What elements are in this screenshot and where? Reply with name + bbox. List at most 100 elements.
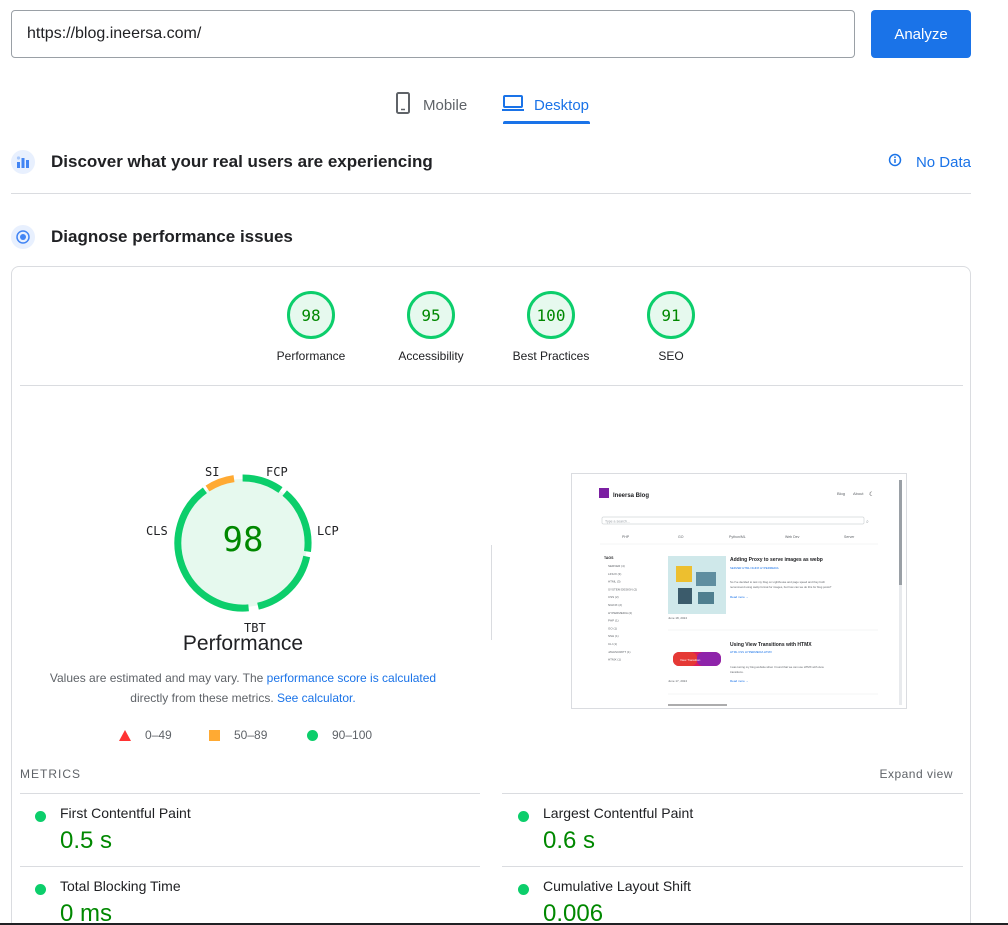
thumb-tag-item: HTMX (1) — [608, 658, 621, 662]
gauge-accessibility[interactable]: 95 Accessibility — [376, 291, 486, 363]
thumb-tag-item: CLI (1) — [608, 642, 617, 646]
performance-score: 98 — [222, 520, 264, 560]
url-input[interactable] — [11, 10, 855, 58]
thumb-tag-item: NGINX (2) — [608, 603, 622, 607]
thumb-post-2-date: June 17, 2024 — [668, 679, 687, 683]
thumb-nav-about: About — [853, 491, 864, 496]
thumb-tag-item: HYPERMEDIA (2) — [608, 611, 632, 615]
legend-fail-range: 0–49 — [145, 728, 172, 742]
average-square-icon — [209, 729, 220, 741]
gauge-performance[interactable]: 98 Performance — [256, 291, 366, 363]
thumb-post-1-read: Read more → — [730, 595, 749, 599]
thumb-post-2-read: Read more → — [730, 679, 749, 683]
thumb-tag-item: JAVASCRIPT (1) — [608, 650, 631, 654]
thumb-tag-item: LINUX (3) — [608, 572, 621, 576]
performance-title: Performance — [182, 632, 304, 655]
thumb-post-2-excerpt-b: transitions. — [730, 670, 744, 674]
gauge-seo[interactable]: 91 SEO — [616, 291, 726, 363]
gauge-label-lcp: LCP — [317, 524, 339, 538]
metric-tbt-name: Total Blocking Time — [60, 878, 181, 894]
thumb-search-placeholder: Type a search... — [605, 520, 630, 524]
thumb-cat-webdev: Web Dev — [785, 535, 800, 539]
thumb-tag-item: SSH (1) — [608, 634, 619, 638]
score-calculated-link[interactable]: performance score is calculated — [267, 671, 436, 685]
thumb-tag-item: PHP (1) — [608, 619, 619, 623]
page-screenshot-thumbnail: Ineersa Blog Blog About ☾ Type a search.… — [571, 473, 907, 709]
gauge-label-fcp: FCP — [266, 465, 288, 479]
diagnose-title: Diagnose performance issues — [51, 227, 293, 246]
thumb-post-1-date: June 18, 2024 — [668, 616, 687, 620]
metric-lcp-name: Largest Contentful Paint — [543, 805, 694, 821]
thumb-cat-go: GO — [678, 535, 684, 539]
gauge-best-practices-score: 100 — [527, 291, 575, 339]
metric-cls-value: 0.006 — [543, 900, 604, 925]
thumb-tag-item: GO (1) — [608, 626, 617, 630]
metrics-divider — [20, 793, 480, 794]
mobile-icon — [393, 91, 413, 119]
gauge-performance-score: 98 — [287, 291, 335, 339]
pass-dot-icon — [518, 884, 529, 895]
gauge-label-si: SI — [205, 465, 220, 479]
gauge-best-practices[interactable]: 100 Best Practices — [496, 291, 606, 363]
field-data-section: Discover what your real users are experi… — [11, 150, 971, 174]
gauge-best-practices-label: Best Practices — [512, 349, 590, 363]
vertical-separator — [491, 545, 492, 640]
thumb-post-2-tags: HTML CSS HYPERMEDIA HTMX — [730, 650, 772, 654]
thumb-post-1-title: Adding Proxy to serve images as webp — [730, 557, 823, 563]
tab-desktop[interactable]: Desktop — [502, 86, 591, 124]
legend-pass: 90–100 — [307, 728, 372, 742]
section-divider — [11, 193, 971, 194]
moon-icon: ☾ — [869, 491, 874, 498]
pass-circle-icon — [307, 729, 318, 741]
legend-average: 50–89 — [209, 728, 267, 742]
thumb-post-2-excerpt-a: I was tuning my blog website when I foun… — [730, 665, 825, 669]
field-data-title: Discover what your real users are experi… — [51, 152, 433, 171]
pass-dot-icon — [35, 811, 46, 822]
metric-cls-name: Cumulative Layout Shift — [543, 878, 691, 894]
metrics-divider — [20, 866, 480, 867]
thumb-post-1-excerpt-b: recommend using webp format for images, … — [730, 585, 832, 589]
gauge-accessibility-label: Accessibility — [398, 349, 464, 363]
desktop-icon — [502, 93, 524, 117]
legend-fail: 0–49 — [119, 728, 172, 742]
thumb-post-1-excerpt-a: So I've decided to test my blog on Light… — [730, 580, 825, 584]
thumb-tag-item: HTML (3) — [608, 580, 621, 584]
scores-divider — [20, 385, 963, 386]
no-data-label: No Data — [915, 153, 971, 171]
metrics-divider — [502, 866, 963, 867]
see-calculator-link[interactable]: See calculator. — [277, 691, 356, 705]
diagnose-section: Diagnose performance issues — [11, 225, 971, 249]
expand-view-button[interactable]: Expand view — [879, 767, 953, 781]
thumb-cat-php: PHP — [622, 535, 630, 539]
pass-dot-icon — [35, 884, 46, 895]
thumb-post-1-tags: SERVER HTML NGINX HYPERMEDIA — [730, 566, 779, 570]
users-chart-icon — [11, 150, 35, 174]
legend-pass-range: 90–100 — [332, 728, 373, 742]
thumb-cat-python: Python/ML — [729, 535, 746, 539]
metric-lcp-value: 0.6 s — [543, 827, 596, 854]
fail-triangle-icon — [119, 729, 131, 741]
no-data-status[interactable]: No Data — [888, 153, 971, 171]
tab-desktop-label: Desktop — [534, 96, 590, 114]
legend-average-range: 50–89 — [234, 728, 268, 742]
thumb-cat-server: Server — [844, 535, 855, 539]
metrics-header: METRICS — [20, 767, 81, 781]
gauge-seo-label: SEO — [658, 349, 684, 363]
thumb-post-2-banner: View Transition — [680, 658, 701, 662]
metric-tbt-value: 0 ms — [60, 900, 113, 925]
thumb-post-2-title: Using View Transitions with HTMX — [730, 642, 812, 648]
thumb-tag-item: SYSTEM DESIGN (2) — [608, 587, 637, 591]
metric-fcp-value: 0.5 s — [60, 827, 113, 854]
gauge-performance-label: Performance — [276, 349, 346, 363]
thumb-tag-item: CSS (2) — [608, 595, 619, 599]
thumb-tag-item: SERVER (4) — [608, 564, 625, 568]
thumb-nav-blog: Blog — [837, 491, 845, 496]
lighthouse-icon — [11, 225, 35, 249]
estimate-note: Values are estimated and may vary. The p… — [40, 668, 446, 708]
analyze-button[interactable]: Analyze — [871, 10, 971, 58]
metric-fcp-name: First Contentful Paint — [60, 805, 191, 821]
gauge-label-cls: CLS — [146, 524, 168, 538]
thumb-tags-header: TAGS — [604, 556, 614, 560]
tab-mobile[interactable]: Mobile — [393, 86, 467, 124]
gauge-accessibility-score: 95 — [407, 291, 455, 339]
